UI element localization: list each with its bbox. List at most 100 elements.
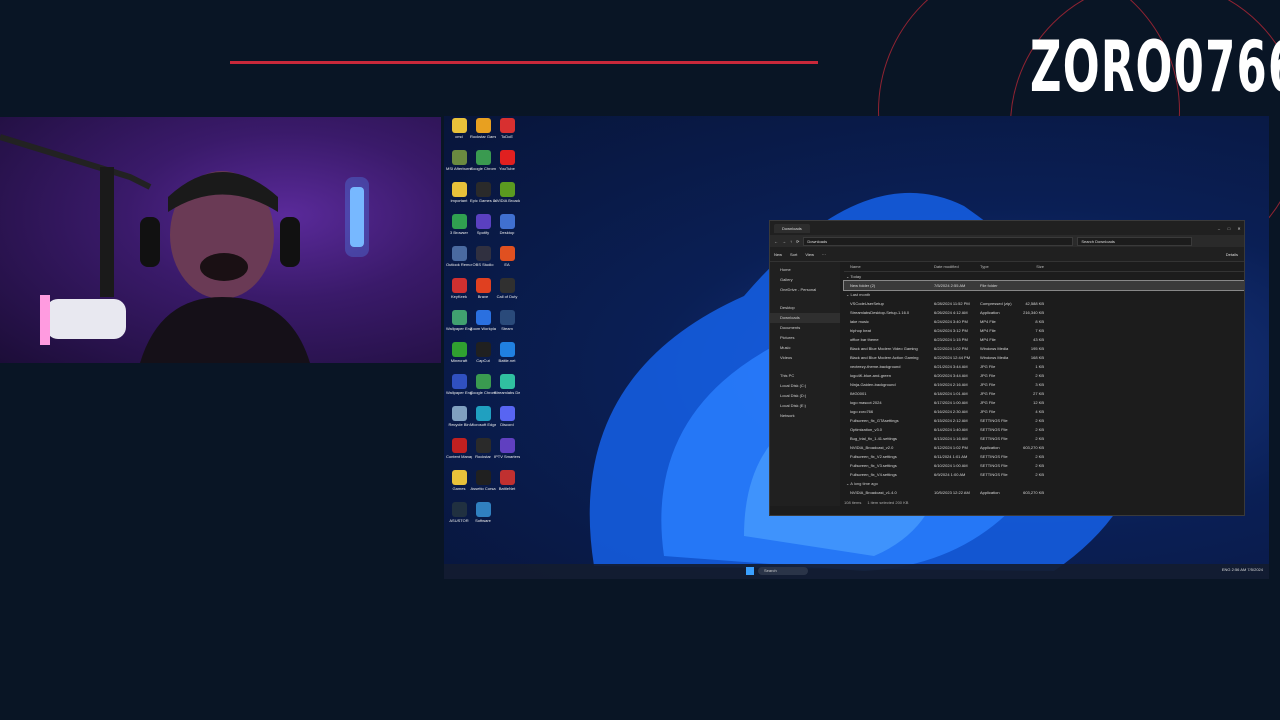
nav-item[interactable]: OneDrive - Personal — [770, 285, 840, 295]
desktop-shortcut[interactable]: Microsoft Edge — [470, 406, 496, 427]
new-button[interactable]: New — [774, 252, 782, 257]
desktop-shortcut[interactable]: cmd — [446, 118, 472, 139]
back-icon[interactable]: ← — [774, 239, 778, 244]
desktop-shortcut[interactable]: Streamlabs Desktop — [494, 374, 520, 395]
nav-item[interactable]: Music — [770, 343, 840, 353]
file-row[interactable]: New folder (2) 7/5/2024 2:55 AM File folde… — [843, 280, 1244, 291]
breadcrumb[interactable]: Downloads — [803, 236, 1074, 246]
desktop-shortcut[interactable]: MSI Afterburner — [446, 150, 472, 171]
clock-time[interactable]: 2:56 AM — [1232, 567, 1247, 572]
desktop-shortcut[interactable]: OBS Studio — [470, 246, 496, 267]
desktop-shortcut[interactable]: KeyKeek — [446, 278, 472, 299]
desktop-shortcut[interactable]: Zoom Workplace — [470, 310, 496, 331]
desktop-shortcut[interactable]: CapCut — [470, 342, 496, 363]
file-row[interactable]: lake music 6/24/2024 3:40 PM MP4 File 8 KB — [844, 317, 1244, 326]
group-header[interactable]: ⌄ Today — [844, 272, 1244, 281]
desktop-shortcut[interactable]: Games — [446, 470, 472, 491]
file-row[interactable]: Fullscreen_fix_V4.settings 6/9/2024 1:00 … — [844, 470, 1244, 479]
desktop-shortcut[interactable]: Battle.net — [494, 342, 520, 363]
nav-item[interactable]: Network — [770, 411, 840, 421]
more-button[interactable]: ··· — [822, 252, 826, 257]
desktop-shortcut[interactable]: Minecraft — [446, 342, 472, 363]
desktop-shortcut[interactable]: Assetto Corsa — [470, 470, 496, 491]
nav-item[interactable]: Pictures — [770, 333, 840, 343]
desktop-shortcut[interactable]: Rockstar — [470, 438, 496, 459]
desktop-shortcut[interactable]: NVIDIA Broadcast — [494, 182, 520, 203]
desktop-shortcut[interactable]: Desktop — [494, 214, 520, 235]
taskbar-search[interactable]: Search — [758, 567, 808, 575]
desktop-shortcut[interactable]: Epic Games Launcher — [470, 182, 496, 203]
sort-button[interactable]: Sort — [790, 252, 797, 257]
nav-item[interactable]: Local Disk (D:) — [770, 391, 840, 401]
file-row[interactable]: logo4K-blue-and-green 6/20/2024 3:44 AM JP… — [844, 371, 1244, 380]
column-name[interactable]: Name — [844, 264, 934, 269]
file-row[interactable]: office bar theme 6/23/2024 1:15 PM MP4 Fil… — [844, 335, 1244, 344]
desktop-shortcut[interactable]: YouTube — [494, 150, 520, 171]
file-row[interactable]: logo zoro766 6/16/2024 2:30 AM JPG File 4 K… — [844, 407, 1244, 416]
desktop-shortcut[interactable]: Google Chrome — [470, 150, 496, 171]
desktop-shortcut[interactable]: 3 Browser — [446, 214, 472, 235]
desktop-shortcut[interactable]: EA — [494, 246, 520, 267]
minimize-icon[interactable]: – — [1214, 226, 1224, 231]
file-row[interactable]: NVIDIA_Broadcast_v1.4.0 10/5/2023 12:22 A… — [844, 488, 1244, 497]
desktop-shortcut[interactable]: Wallpaper Engine — [446, 374, 472, 395]
close-icon[interactable]: ✕ — [1234, 226, 1244, 231]
language-indicator[interactable]: ENG — [1222, 567, 1231, 572]
desktop-shortcut[interactable]: Call of Duty — [494, 278, 520, 299]
file-row[interactable]: Black and Blue Modern Action Gaming 6/22/… — [844, 353, 1244, 362]
desktop-shortcut[interactable]: Outlook Remote — [446, 246, 472, 267]
desktop-shortcut[interactable]: IPTV Smarters — [494, 438, 520, 459]
nav-item[interactable]: This PC — [770, 371, 840, 381]
file-row[interactable]: Fullscreen_fix_GTAsettings 6/15/2024 2:12… — [844, 416, 1244, 425]
desktop-shortcut[interactable]: Spotify — [470, 214, 496, 235]
nav-item[interactable]: Desktop — [770, 303, 840, 313]
nav-item[interactable]: Documents — [770, 323, 840, 333]
desktop-shortcut[interactable]: Wallpaper Engine — [446, 310, 472, 331]
desktop-shortcut[interactable]: ASUSTOR — [446, 502, 472, 523]
desktop-shortcut[interactable]: BattleNet — [494, 470, 520, 491]
nav-item[interactable]: Videos — [770, 353, 840, 363]
refresh-icon[interactable]: ⟳ — [796, 239, 799, 244]
clock-date[interactable]: 7/5/2024 — [1247, 567, 1263, 572]
group-header[interactable]: ⌄ A long time ago — [844, 479, 1244, 488]
nav-item[interactable]: Home — [770, 265, 840, 275]
desktop-shortcut[interactable]: Recycle Bin — [446, 406, 472, 427]
nav-item[interactable]: Downloads — [770, 313, 840, 323]
desktop-shortcut[interactable]: Steam — [494, 310, 520, 331]
file-row[interactable]: IMG0001 6/18/2024 1:01 AM JPG File 27 KB — [844, 389, 1244, 398]
start-icon[interactable] — [746, 567, 754, 575]
file-row[interactable]: vecteezy-theme-background 6/21/2024 3:44 … — [844, 362, 1244, 371]
nav-item[interactable]: Local Disk (C:) — [770, 381, 840, 391]
nav-item[interactable]: Local Disk (E:) — [770, 401, 840, 411]
file-row[interactable]: hiphop beat 6/24/2024 3:12 PM MP4 File 7 KB — [844, 326, 1244, 335]
desktop-shortcut[interactable]: Brave — [470, 278, 496, 299]
explorer-tab[interactable]: Downloads — [774, 223, 810, 233]
desktop-shortcut[interactable]: Rockstar Games — [470, 118, 496, 139]
file-row[interactable]: Fullscreen_fix_V3.settings 6/10/2024 1:00… — [844, 461, 1244, 470]
desktop-shortcut[interactable]: Content Manager — [446, 438, 472, 459]
forward-icon[interactable]: → — [782, 239, 786, 244]
nav-item[interactable]: Gallery — [770, 275, 840, 285]
file-row[interactable]: Optimization_v3.0 6/14/2024 1:40 AM SETTIN… — [844, 425, 1244, 434]
column-type[interactable]: Type — [980, 264, 1020, 269]
desktop-shortcut[interactable]: important — [446, 182, 472, 203]
column-date[interactable]: Date modified — [934, 264, 980, 269]
search-input[interactable]: Search Downloads — [1077, 236, 1193, 246]
desktop-shortcut[interactable]: ToDoE — [494, 118, 520, 139]
file-row[interactable]: Fullscreen_fix_V2.settings 6/11/2024 1:01… — [844, 452, 1244, 461]
column-size[interactable]: Size — [1020, 264, 1044, 269]
file-row[interactable]: StreamlabsDesktop-Setup-1.16.0 6/26/2024 … — [844, 308, 1244, 317]
file-row[interactable]: Black and Blue Modern Video Gaming 6/22/2… — [844, 344, 1244, 353]
desktop-shortcut[interactable]: Software — [470, 502, 496, 523]
up-icon[interactable]: ↑ — [790, 239, 792, 244]
desktop-shortcut[interactable]: Discord — [494, 406, 520, 427]
desktop-shortcut[interactable]: Google Chrome — [470, 374, 496, 395]
group-header[interactable]: ⌄ Last month — [844, 290, 1244, 299]
details-button[interactable]: Details — [1226, 252, 1238, 257]
view-button[interactable]: View — [805, 252, 814, 257]
file-row[interactable]: Ninja-Gaiden-background 6/19/2024 2:16 AM… — [844, 380, 1244, 389]
file-row[interactable]: NVIDIA_Broadcast_v2.0 6/12/2024 1:02 PM Ap… — [844, 443, 1244, 452]
file-row[interactable]: Bug_trial_fix_1.41.settings 6/13/2024 1:1… — [844, 434, 1244, 443]
file-row[interactable]: VSCodeUserSetup 6/28/2024 11:52 PM Compres… — [844, 299, 1244, 308]
maximize-icon[interactable]: □ — [1224, 226, 1234, 231]
